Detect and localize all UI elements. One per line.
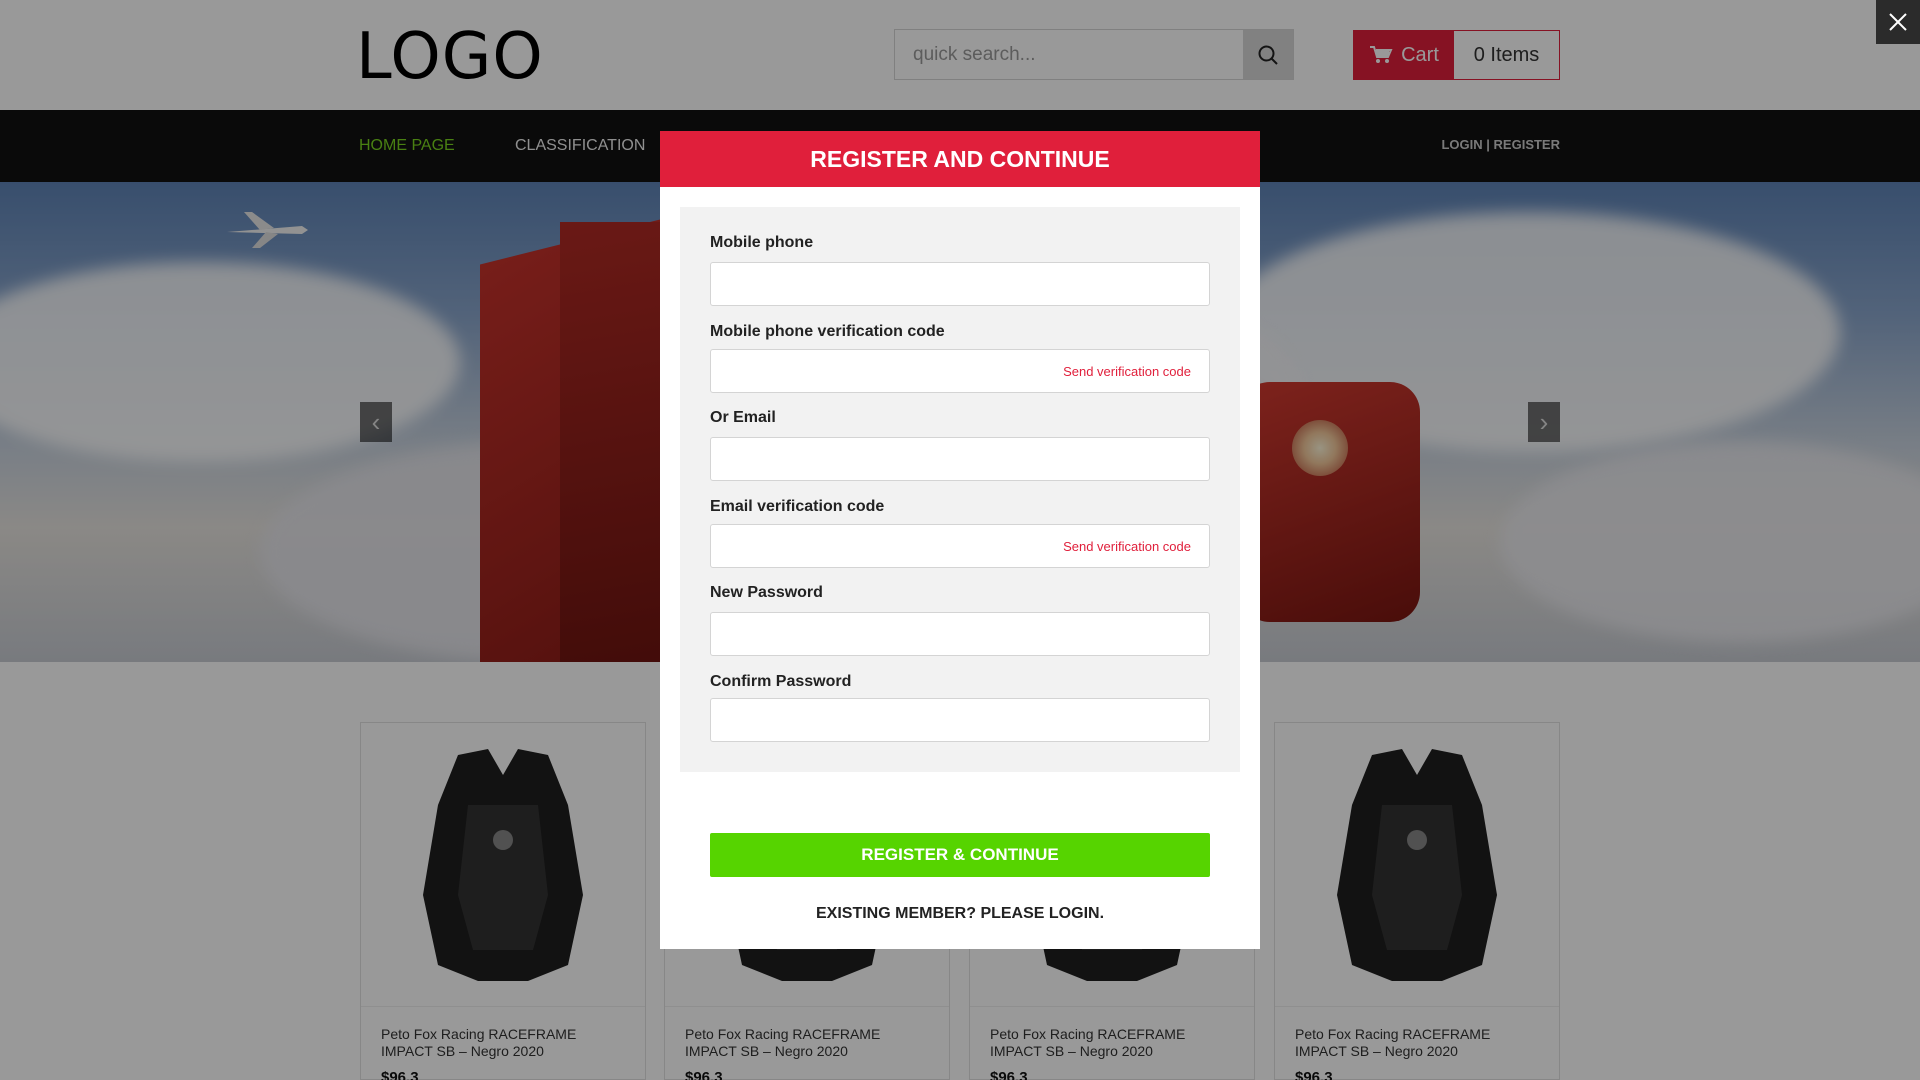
email-code-field: Send verification code [710, 524, 1210, 568]
register-continue-button[interactable]: REGISTER & CONTINUE [710, 833, 1210, 877]
email-input[interactable] [711, 438, 1209, 480]
mobile-phone-label: Mobile phone [710, 234, 814, 251]
new-password-field [710, 612, 1210, 656]
mobile-code-field: Send verification code [710, 349, 1210, 393]
close-icon [1889, 13, 1907, 31]
register-modal: REGISTER AND CONTINUE Mobile phone Mobil… [660, 131, 1260, 949]
confirm-password-field [710, 698, 1210, 742]
modal-title: REGISTER AND CONTINUE [660, 131, 1260, 187]
new-password-input[interactable] [711, 613, 1209, 655]
mobile-phone-input[interactable] [711, 263, 1209, 305]
email-field [710, 437, 1210, 481]
confirm-password-label: Confirm Password [710, 673, 852, 690]
send-mobile-code-button[interactable]: Send verification code [1063, 364, 1191, 379]
mobile-phone-field [710, 262, 1210, 306]
send-email-code-button[interactable]: Send verification code [1063, 539, 1191, 554]
register-form: Mobile phone Mobile phone verification c… [680, 207, 1240, 772]
confirm-password-input[interactable] [711, 699, 1209, 741]
mobile-code-label: Mobile phone verification code [710, 323, 945, 340]
existing-member-login-link[interactable]: EXISTING MEMBER? PLEASE LOGIN. [660, 905, 1260, 923]
email-code-label: Email verification code [710, 498, 885, 515]
close-button[interactable] [1876, 0, 1920, 44]
new-password-label: New Password [710, 584, 823, 601]
email-label: Or Email [710, 409, 776, 426]
